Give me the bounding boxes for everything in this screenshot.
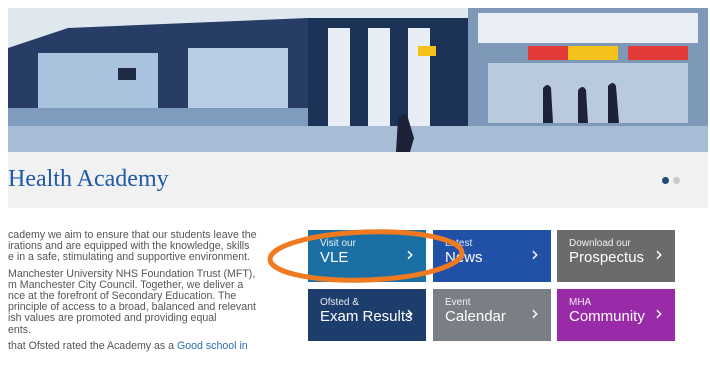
slider-dot-2[interactable] <box>673 177 680 184</box>
intro-text: cademy we aim to ensure that our student… <box>8 230 266 357</box>
download-prospectus-tile[interactable]: Download our Prospectus › <box>557 230 675 282</box>
slider-pagination <box>662 177 680 184</box>
intro-line: that Ofsted rated the Academy as a <box>8 340 178 352</box>
intro-line: principle of access to a broad, balanced… <box>8 301 256 314</box>
latest-news-tile[interactable]: Latest News › <box>433 230 551 282</box>
intro-paragraph-1: cademy we aim to ensure that our student… <box>8 230 266 264</box>
chevron-right-icon: › <box>531 301 539 325</box>
event-calendar-tile[interactable]: Event Calendar › <box>433 289 551 341</box>
chevron-right-icon: › <box>655 301 663 325</box>
chevron-right-icon: › <box>406 301 414 325</box>
ofsted-good-school-link[interactable]: Good school in <box>177 341 248 352</box>
chevron-right-icon: › <box>655 242 663 266</box>
mha-community-tile[interactable]: MHA Community › <box>557 289 675 341</box>
chevron-right-icon: › <box>531 242 539 266</box>
chevron-right-icon: › <box>406 242 414 266</box>
visit-vle-tile[interactable]: Visit our VLE › <box>308 230 426 282</box>
intro-line: e in a safe, stimulating and supportive … <box>8 251 251 264</box>
ofsted-exam-results-tile[interactable]: Ofsted & Exam Results › <box>308 289 426 341</box>
intro-line: m Manchester City Council. Together, we … <box>8 278 244 291</box>
intro-line: nce at the forefront of Secondary Educat… <box>8 290 237 303</box>
intro-paragraph-2: Manchester University NHS Foundation Tru… <box>8 269 266 336</box>
intro-paragraph-3: that Ofsted rated the Academy as a Good … <box>8 341 266 352</box>
hero-banner-image <box>8 8 708 152</box>
slider-dot-1[interactable] <box>662 177 669 184</box>
intro-line: ish values are promoted and providing eq… <box>8 312 217 325</box>
intro-line: irations and are equipped with the knowl… <box>8 240 250 253</box>
intro-line: ents. <box>8 323 31 336</box>
page-title: Health Academy <box>8 166 169 192</box>
